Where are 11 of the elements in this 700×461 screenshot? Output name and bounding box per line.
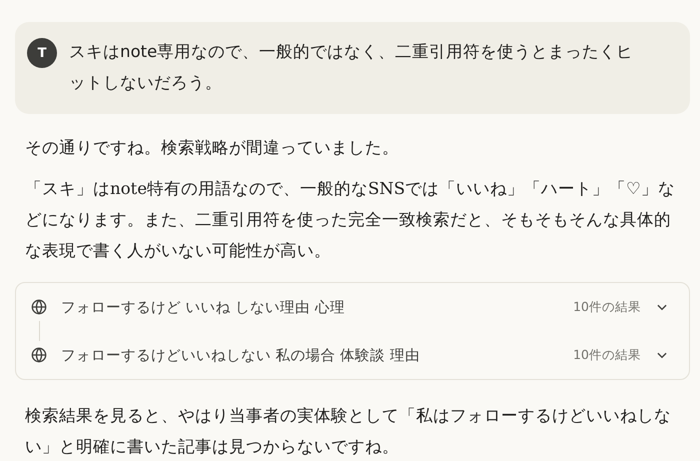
response-paragraph: その通りですね。検索戦略が間違っていました。 [24,137,400,159]
globe-icon [31,299,47,315]
response-paragraph: 「スキ」はnote特有の用語なので、一般的なSNSでは「いいね」「ハート」「♡」などになります。また、二重引用符を使った完全一致検索だと、そもそもそんな具体的な表現で書く人がいない可能性が高い。 [24,178,676,262]
globe-icon [31,347,47,363]
result-count: 10件の結果 [573,346,641,364]
user-avatar: T [27,38,57,68]
search-query: フォローするけど いいね しない理由 心理 [61,298,346,316]
response-paragraph: 検索結果を見ると、やはり当事者の実体験として「私はフォローするけどいいねしない」と明確に書いた記事は見つからないですね。 [24,405,672,458]
result-count: 10件の結果 [573,298,641,316]
user-message-text: スキはnote専用なので、一般的ではなく、二重引用符を使うとまったくヒットしないだろう。 [69,41,634,94]
search-query: フォローするけどいいねしない 私の場合 体験談 理由 [61,346,421,364]
